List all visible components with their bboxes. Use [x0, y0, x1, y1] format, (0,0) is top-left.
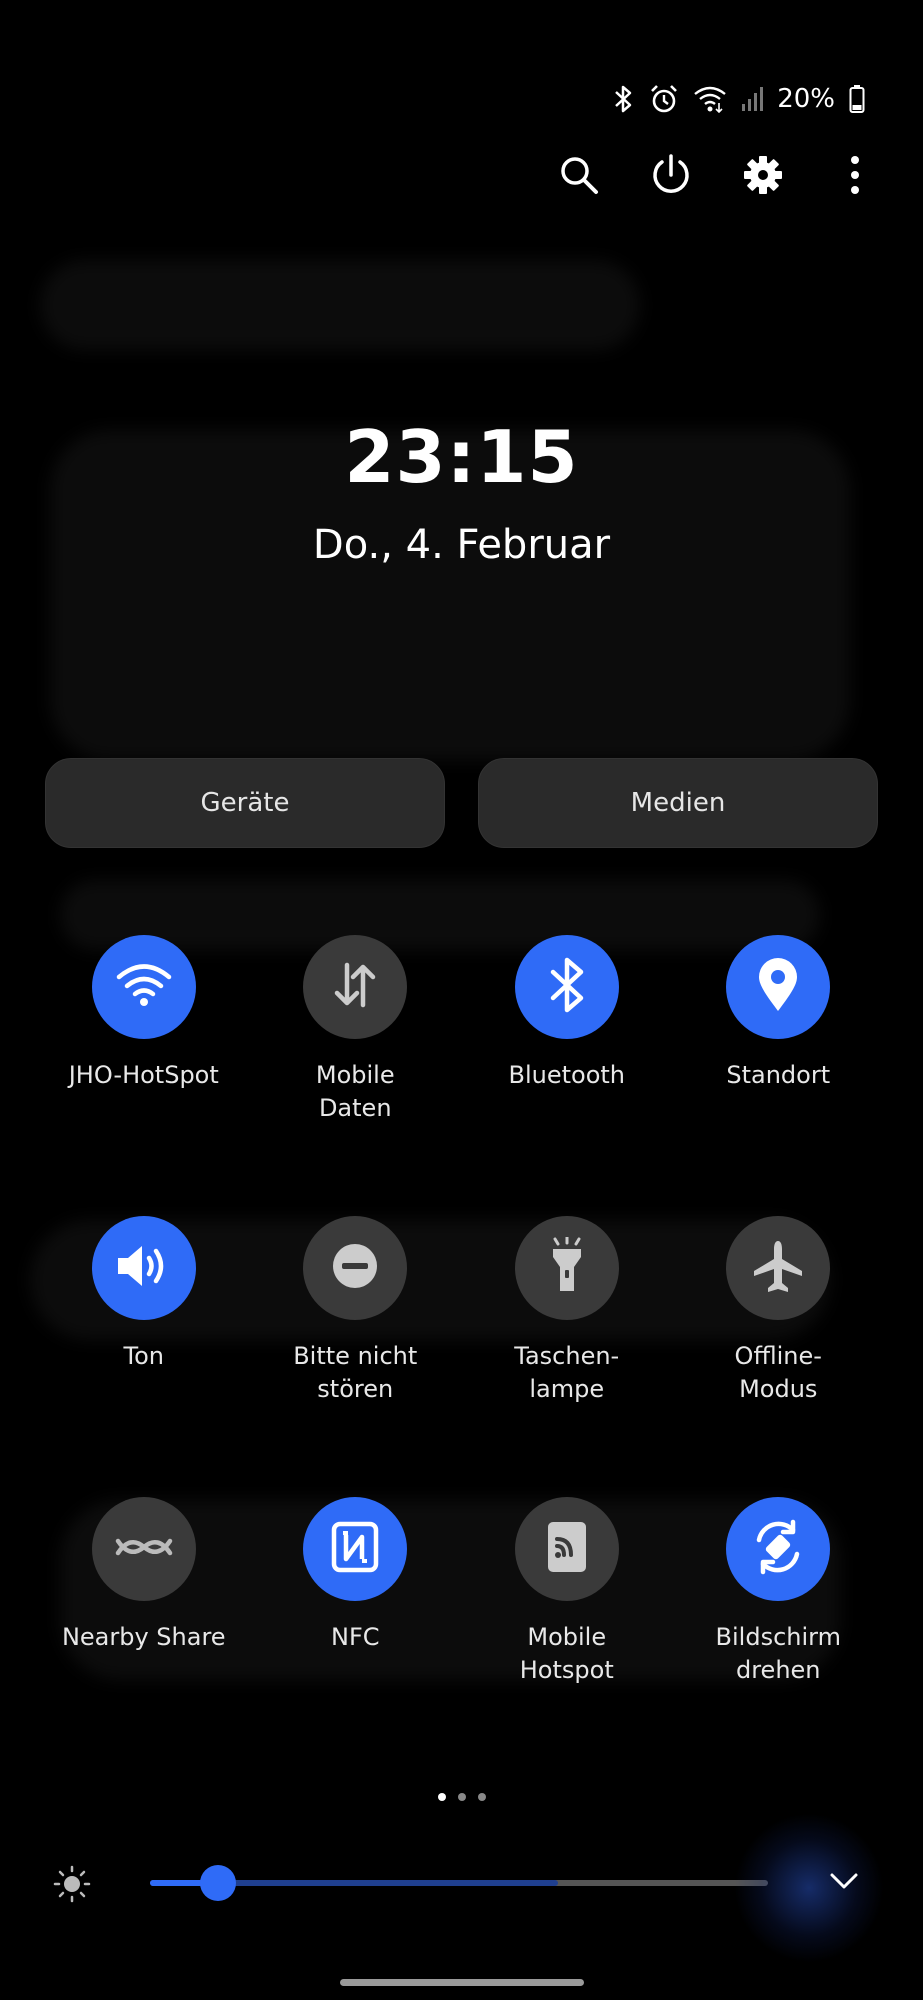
tile-airplane-label: Offline- Modus [734, 1342, 822, 1403]
background-blur [40, 260, 640, 350]
tile-nfc-label: NFC [330, 1623, 380, 1651]
tile-wifi-toggle[interactable] [91, 935, 196, 1039]
power-icon [650, 153, 692, 201]
chevron-down-icon [829, 1872, 859, 1894]
tile-wifi-label: JHO-HotSpot [68, 1061, 219, 1089]
rotate-icon [749, 1518, 807, 1580]
tile-airplane[interactable]: Offline- Modus [673, 1216, 885, 1497]
clock-date[interactable]: Do., 4. Februar [0, 522, 923, 568]
bluetooth-icon [613, 84, 635, 114]
wifi-icon [116, 962, 172, 1012]
tile-nfc[interactable]: NFC [250, 1497, 462, 1778]
tile-flashlight-label: Taschen- lampe [514, 1342, 620, 1403]
tile-auto-rotate[interactable]: Bildschirm drehen [673, 1497, 885, 1778]
tile-sound-toggle[interactable] [91, 1216, 196, 1320]
battery-percentage: 20% [777, 84, 835, 114]
tile-nfc-toggle[interactable] [303, 1497, 408, 1601]
bluetooth-icon [547, 956, 587, 1018]
power-button[interactable] [649, 152, 693, 202]
tile-location-toggle[interactable] [726, 935, 831, 1039]
hotspot-icon [545, 1519, 589, 1579]
nfc-icon [331, 1521, 379, 1577]
page-indicator [0, 1793, 923, 1801]
tile-mobile-data-toggle[interactable] [303, 935, 408, 1039]
tile-nearby-share-label: Nearby Share [61, 1623, 226, 1651]
devices-button[interactable]: Geräte [45, 758, 445, 848]
tile-wifi[interactable]: JHO-HotSpot [38, 935, 250, 1216]
tile-flashlight-toggle[interactable] [514, 1216, 619, 1320]
quick-panel-actions [557, 152, 877, 202]
gesture-bar[interactable] [340, 1979, 584, 1986]
tile-flashlight[interactable]: Taschen- lampe [461, 1216, 673, 1497]
brightness-control [52, 1813, 884, 1963]
quick-settings-grid: JHO-HotSpot Mobile Daten Bluetooth Stand… [38, 935, 884, 1778]
device-media-row: Geräte Medien [45, 758, 878, 848]
page-dot[interactable] [457, 1793, 466, 1801]
search-button[interactable] [557, 152, 601, 202]
page-dot[interactable] [477, 1793, 486, 1801]
location-icon [756, 957, 800, 1017]
clock-time[interactable]: 23:15 [0, 415, 923, 499]
status-bar: 20% [613, 82, 865, 116]
more-options-button[interactable] [833, 152, 877, 202]
page-dot[interactable] [437, 1793, 446, 1801]
more-vert-icon [849, 155, 861, 199]
flashlight-icon [547, 1235, 587, 1299]
tile-do-not-disturb-label: Bitte nicht stören [293, 1342, 418, 1403]
tile-sound-label: Ton [123, 1342, 164, 1370]
brightness-slider[interactable] [150, 1865, 768, 1901]
tile-bluetooth[interactable]: Bluetooth [461, 935, 673, 1216]
airplane-icon [750, 1238, 806, 1298]
tile-do-not-disturb[interactable]: Bitte nicht stören [250, 1216, 462, 1497]
tile-location-label: Standort [726, 1061, 831, 1089]
do-not-disturb-icon [329, 1240, 381, 1296]
tile-mobile-hotspot[interactable]: Mobile Hotspot [461, 1497, 673, 1778]
settings-button[interactable] [741, 152, 785, 202]
brightness-icon [52, 1864, 92, 1904]
tile-nearby-share-toggle[interactable] [91, 1497, 196, 1601]
tile-auto-rotate-toggle[interactable] [726, 1497, 831, 1601]
tile-mobile-hotspot-label: Mobile Hotspot [519, 1623, 614, 1684]
tile-mobile-data-label: Mobile Daten [315, 1061, 395, 1122]
mobile-data-icon [329, 959, 381, 1015]
gear-icon [742, 154, 784, 200]
sound-icon [114, 1241, 174, 1295]
signal-icon [741, 86, 764, 112]
tile-mobile-hotspot-toggle[interactable] [514, 1497, 619, 1601]
tile-airplane-toggle[interactable] [726, 1216, 831, 1320]
tile-location[interactable]: Standort [673, 935, 885, 1216]
search-icon [558, 154, 600, 200]
tile-nearby-share[interactable]: Nearby Share [38, 1497, 250, 1778]
tile-auto-rotate-label: Bildschirm drehen [715, 1623, 841, 1684]
wifi-icon [693, 85, 727, 113]
alarm-icon [649, 84, 679, 114]
media-button[interactable]: Medien [478, 758, 878, 848]
expand-button[interactable] [824, 1866, 864, 1900]
brightness-thumb[interactable] [199, 1865, 236, 1901]
tile-do-not-disturb-toggle[interactable] [303, 1216, 408, 1320]
tile-sound[interactable]: Ton [38, 1216, 250, 1497]
nearby-share-icon [114, 1527, 174, 1571]
tile-bluetooth-label: Bluetooth [508, 1061, 625, 1089]
tile-mobile-data[interactable]: Mobile Daten [250, 935, 462, 1216]
tile-bluetooth-toggle[interactable] [514, 935, 619, 1039]
battery-icon [849, 84, 865, 114]
